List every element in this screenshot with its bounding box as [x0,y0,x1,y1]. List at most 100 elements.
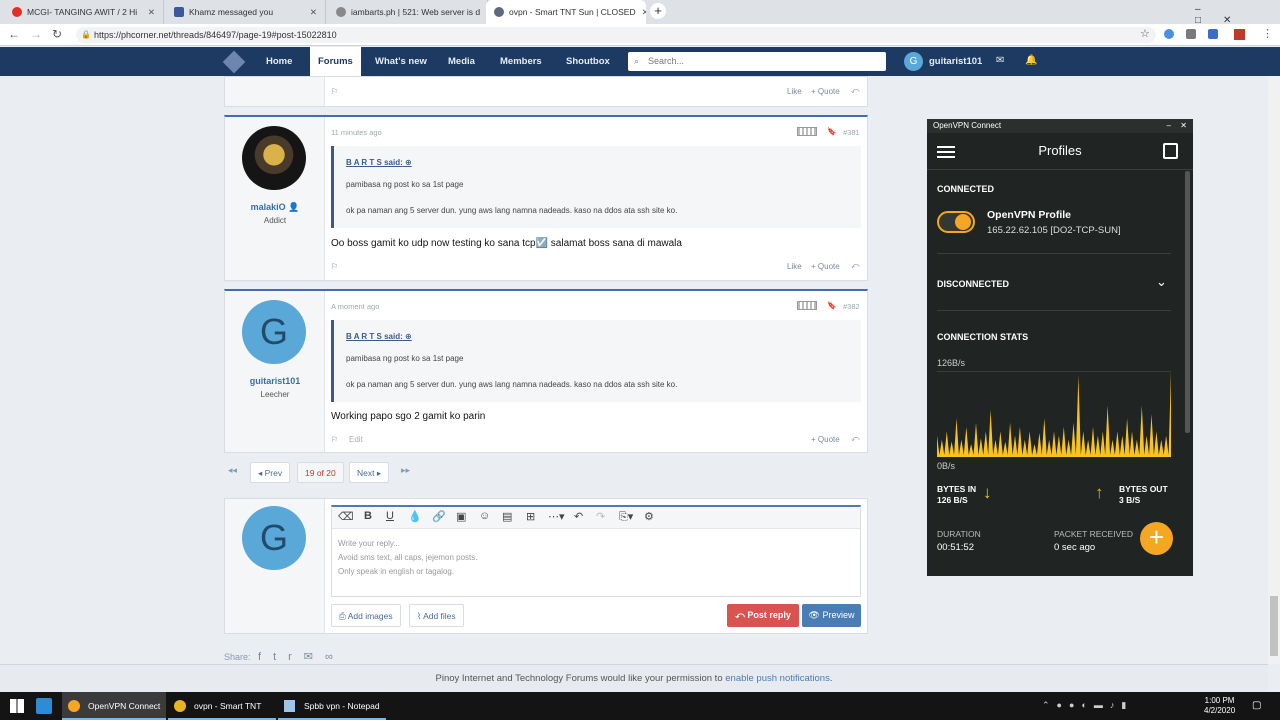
taskbar-openvpn[interactable]: OpenVPN Connect [62,692,166,720]
quote-author[interactable]: B A R T S said: ⊕ [346,332,412,341]
quote-button[interactable]: + Quote [811,262,840,271]
extension-icon[interactable] [1164,29,1174,39]
reload-icon[interactable]: ↻ [52,27,62,41]
post-number[interactable]: #382 [843,302,860,311]
like-button[interactable]: Like [787,262,802,271]
extension-icon[interactable] [1208,29,1218,39]
post-time[interactable]: A moment ago [331,302,379,311]
search-input[interactable]: Search... [628,52,886,71]
back-icon[interactable]: ← [8,27,20,41]
scrollbar-thumb[interactable] [1270,596,1278,656]
openvpn-scrollbar[interactable] [1185,171,1190,433]
clock[interactable]: 1:00 PM 4/2/2020 [1204,696,1235,716]
username-link[interactable]: guitarist101 [929,47,982,76]
forum-logo[interactable] [222,50,246,74]
post-username[interactable]: guitarist101 [225,376,325,386]
page-scrollbar[interactable] [1268,76,1280,664]
close-tab-icon[interactable]: ✕ [142,7,155,18]
chevron-down-icon[interactable]: ⌄ [1156,274,1167,290]
post-number[interactable]: #381 [843,128,860,137]
add-images-button[interactable]: ⎙ Add images [331,604,401,627]
forward-icon[interactable]: → [30,27,42,41]
post-time[interactable]: 11 minutes ago [331,128,382,137]
settings-icon[interactable]: ⚙ [644,510,654,523]
bookmark-icon[interactable]: 🔖 [827,127,836,136]
smiley-icon[interactable]: ☺ [479,510,490,522]
extension-icon[interactable] [1234,29,1245,40]
eraser-icon[interactable]: ⌫ [338,510,354,523]
bookmark-icon[interactable]: 🔖 [827,301,836,310]
user-avatar-malakio[interactable] [242,126,306,190]
menu-icon[interactable]: ⋮ [1262,27,1273,40]
bold-icon[interactable]: B [364,510,372,522]
notifications-icon[interactable]: ▢ [1252,700,1261,711]
post-reply-button[interactable]: ⤺ Post reply [727,604,799,627]
nav-home[interactable]: Home [266,47,292,76]
table-icon[interactable]: ⊞ [526,510,535,523]
close-tab-icon[interactable]: ✕ [636,7,646,18]
connection-toggle[interactable] [937,211,975,233]
drafts-icon[interactable]: ⎘▾ [619,510,633,524]
nav-whats-new[interactable]: What's new [375,47,427,76]
close-tab-icon[interactable]: ✕ [304,7,317,18]
taskbar-notepad[interactable]: Spbb vpn - Notepad [278,692,386,720]
underline-icon[interactable]: U [386,510,394,522]
nav-media[interactable]: Media [448,47,475,76]
add-files-button[interactable]: ⌇ Add files [409,604,464,627]
browser-tab[interactable]: Khamz messaged you ✕ [166,0,326,24]
enable-push-link[interactable]: enable push notifications [725,673,830,684]
reply-icon[interactable]: ⤺ [851,261,860,271]
nav-forums[interactable]: Forums [310,47,361,76]
edit-link[interactable]: Edit [349,435,363,444]
taskbar-chrome[interactable]: ovpn - Smart TNT Su... [168,692,276,720]
quote-author[interactable]: B A R T S said: ⊕ [346,158,412,167]
report-flag-icon[interactable]: ⚐ [331,87,338,96]
media-icon[interactable]: ▤ [502,510,512,523]
browser-tab-active[interactable]: ovpn - Smart TNT Sun | CLOSED ✕ [486,0,646,24]
quote-button[interactable]: + Quote [811,87,840,96]
preview-button[interactable]: 👁 Preview [802,604,861,627]
link-icon[interactable]: 🔗 [432,510,446,523]
nav-shoutbox[interactable]: Shoutbox [566,47,610,76]
reddit-icon[interactable]: r [288,651,304,663]
keyboard-icon[interactable] [797,127,817,136]
current-page[interactable]: 19 of 20 [297,462,344,483]
minimize-icon[interactable]: – [1167,119,1171,133]
last-page-icon[interactable]: ▸▸ [401,465,410,476]
browser-tab[interactable]: MCGI- TANGING AWIT / 2 Hi ✕ [4,0,164,24]
star-icon[interactable]: ☆ [1140,27,1150,40]
profile-name[interactable]: OpenVPN Profile [987,209,1071,221]
explorer-icon[interactable] [36,698,52,714]
windows-start-icon[interactable] [10,699,24,713]
add-profile-button[interactable]: + [1140,522,1173,555]
keyboard-icon[interactable] [797,301,817,310]
redo-icon[interactable]: ↷ [596,510,605,523]
next-page-button[interactable]: Next ▸ [349,462,390,483]
reply-icon[interactable]: ⤺ [851,86,860,96]
window-controls[interactable]: –□✕ [1195,4,1280,26]
twitter-icon[interactable]: t [273,651,288,663]
color-icon[interactable]: 💧 [408,510,422,523]
url-field[interactable]: 🔒 https://phcorner.net/threads/846497/pag… [76,27,1156,43]
bell-icon[interactable]: 🔔 [1025,55,1037,66]
post-username[interactable]: malakiO 👤 [225,202,325,213]
new-tab-button[interactable]: + [650,3,666,19]
nav-members[interactable]: Members [500,47,542,76]
like-button[interactable]: Like [787,87,802,96]
extension-icon[interactable] [1186,29,1196,39]
envelope-icon[interactable]: ✉ [996,55,1004,66]
more-options-icon[interactable]: ⋯▾ [548,510,565,523]
report-flag-icon[interactable]: ⚐ [331,435,338,444]
user-avatar[interactable]: G [904,52,923,71]
close-icon[interactable]: ✕ [1180,119,1187,133]
reply-icon[interactable]: ⤺ [851,434,860,444]
reply-textarea[interactable]: Write your reply... Avoid sms text, all … [338,537,477,579]
quote-button[interactable]: + Quote [811,435,840,444]
import-profile-icon[interactable] [1163,143,1178,159]
user-avatar-guitarist101[interactable]: G [242,300,306,364]
facebook-icon[interactable]: f [258,651,273,663]
link-icon[interactable]: ∞ [325,651,345,663]
email-icon[interactable]: ✉ [304,651,325,663]
first-page-icon[interactable]: ◂◂ [228,465,237,476]
undo-icon[interactable]: ↶ [574,510,583,523]
